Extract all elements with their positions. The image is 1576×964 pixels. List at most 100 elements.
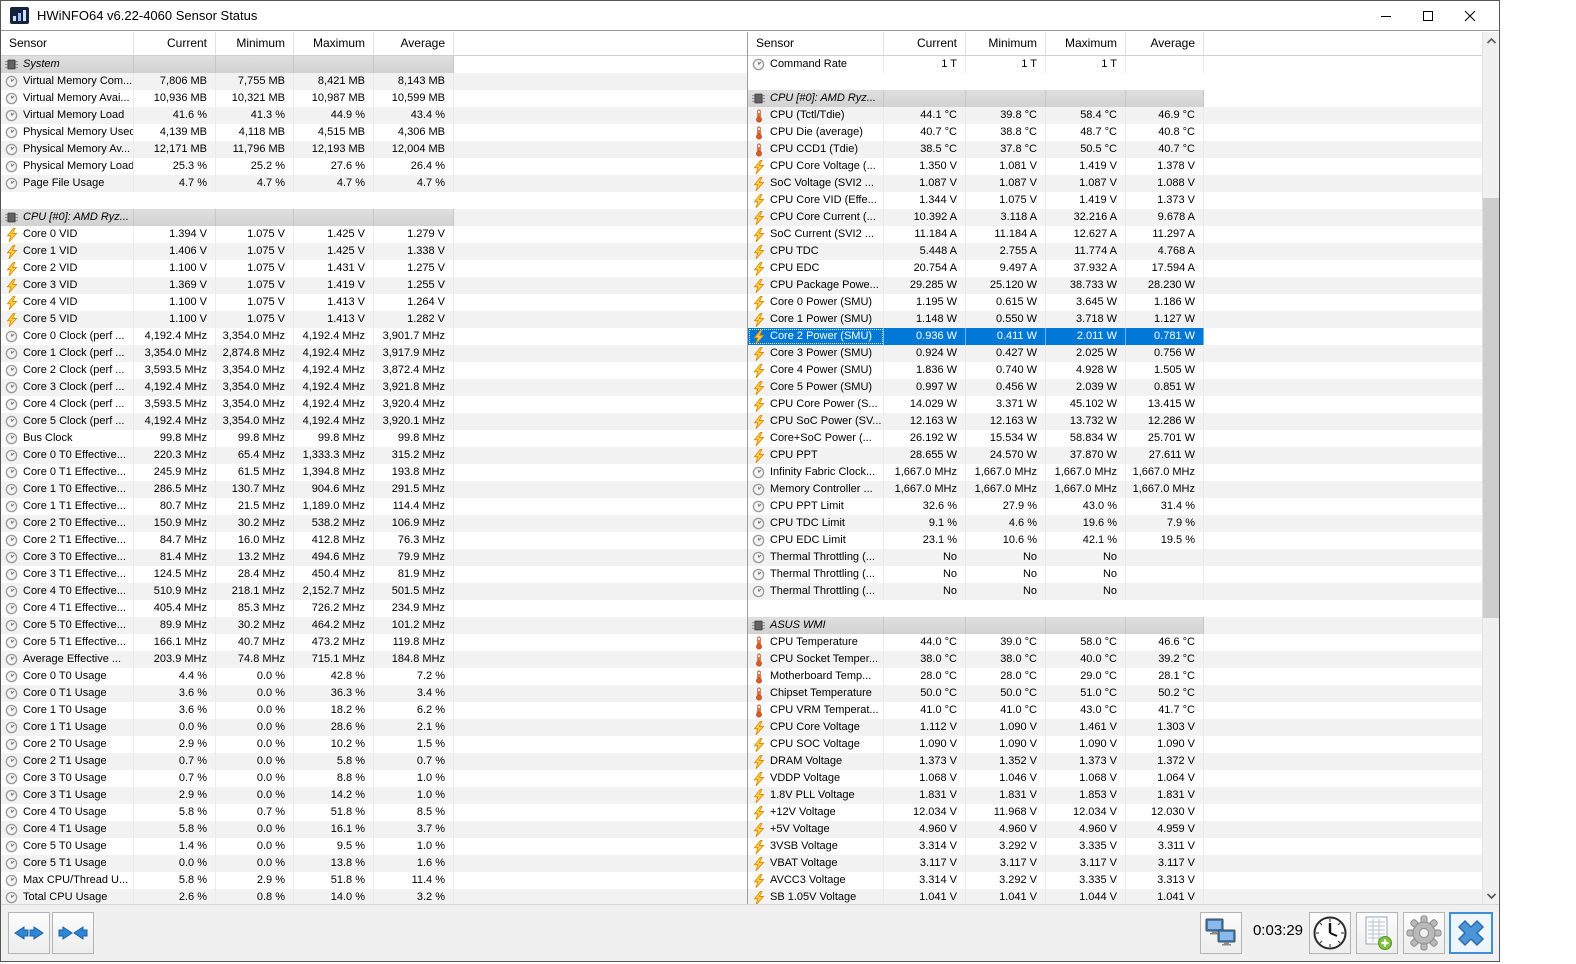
sensor-row[interactable]: Core 2 T0 Usage2.9 %0.0 %10.2 %1.5 % bbox=[1, 736, 747, 753]
sensor-row[interactable]: Physical Memory Load25.3 %25.2 %27.6 %26… bbox=[1, 158, 747, 175]
sensor-row[interactable]: CPU Core Current (...10.392 A3.118 A32.2… bbox=[748, 209, 1499, 226]
sensor-row[interactable]: Max CPU/Thread U...5.8 %2.9 %51.8 %11.4 … bbox=[1, 872, 747, 889]
sensor-row[interactable]: CPU Core VID (Effe...1.344 V1.075 V1.419… bbox=[748, 192, 1499, 209]
sensor-row[interactable]: AVCC3 Voltage3.314 V3.292 V3.335 V3.313 … bbox=[748, 872, 1499, 889]
sensor-row[interactable]: Virtual Memory Com...7,806 MB7,755 MB8,4… bbox=[1, 73, 747, 90]
sensor-row[interactable]: VBAT Voltage3.117 V3.117 V3.117 V3.117 V bbox=[748, 855, 1499, 872]
sensor-row[interactable]: Core 4 T0 Effective...510.9 MHz218.1 MHz… bbox=[1, 583, 747, 600]
sensor-row[interactable]: +5V Voltage4.960 V4.960 V4.960 V4.959 V bbox=[748, 821, 1499, 838]
sensor-row[interactable]: Core 4 T1 Effective...405.4 MHz85.3 MHz7… bbox=[1, 600, 747, 617]
reset-clock-button[interactable] bbox=[1309, 912, 1351, 954]
sensor-row[interactable]: CPU CCD1 (Tdie)38.5 °C37.8 °C50.5 °C40.7… bbox=[748, 141, 1499, 158]
column-header-minimum[interactable]: Minimum bbox=[216, 32, 294, 55]
sensor-row[interactable]: Core 3 Clock (perf ...4,192.4 MHz3,354.0… bbox=[1, 379, 747, 396]
sensor-row[interactable]: Core 2 Power (SMU)0.936 W0.411 W2.011 W0… bbox=[748, 328, 1499, 345]
minimize-button[interactable] bbox=[1365, 1, 1407, 31]
sensor-row[interactable]: CPU Core Power (S...14.029 W3.371 W45.10… bbox=[748, 396, 1499, 413]
sensor-row[interactable]: CPU Package Powe...29.285 W25.120 W38.73… bbox=[748, 277, 1499, 294]
sensor-row[interactable]: CPU Socket Temper...38.0 °C38.0 °C40.0 °… bbox=[748, 651, 1499, 668]
sensor-row[interactable]: VDDP Voltage1.068 V1.046 V1.068 V1.064 V bbox=[748, 770, 1499, 787]
sensor-row[interactable]: Core 1 Clock (perf ...3,354.0 MHz2,874.8… bbox=[1, 345, 747, 362]
collapse-columns-button[interactable] bbox=[52, 912, 94, 954]
column-header-current[interactable]: Current bbox=[134, 32, 216, 55]
sensor-row[interactable]: CPU TDC Limit9.1 %4.6 %19.6 %7.9 % bbox=[748, 515, 1499, 532]
close-button[interactable] bbox=[1449, 1, 1491, 31]
sensor-row[interactable]: Thermal Throttling (...NoNoNo bbox=[748, 549, 1499, 566]
sensor-row[interactable]: CPU SOC Voltage1.090 V1.090 V1.090 V1.09… bbox=[748, 736, 1499, 753]
sensor-row[interactable]: CPU Core Voltage (...1.350 V1.081 V1.419… bbox=[748, 158, 1499, 175]
sensor-row[interactable]: CPU SoC Power (SV...12.163 W12.163 W13.7… bbox=[748, 413, 1499, 430]
section-row[interactable]: ASUS WMI bbox=[748, 617, 1499, 634]
scrollbar-up-button[interactable] bbox=[1483, 32, 1499, 49]
sensor-row[interactable]: CPU TDC5.448 A2.755 A11.774 A4.768 A bbox=[748, 243, 1499, 260]
sensor-row[interactable]: Virtual Memory Avai...10,936 MB10,321 MB… bbox=[1, 90, 747, 107]
sensor-row[interactable]: Thermal Throttling (...NoNoNo bbox=[748, 566, 1499, 583]
sensor-row[interactable]: Core 2 T1 Effective...84.7 MHz16.0 MHz41… bbox=[1, 532, 747, 549]
sensor-row[interactable]: Core 5 T1 Usage0.0 %0.0 %13.8 %1.6 % bbox=[1, 855, 747, 872]
sensor-row[interactable]: Bus Clock99.8 MHz99.8 MHz99.8 MHz99.8 MH… bbox=[1, 430, 747, 447]
column-header-sensor[interactable]: Sensor bbox=[1, 32, 134, 55]
sensor-row[interactable]: Core 1 T1 Effective...80.7 MHz21.5 MHz1,… bbox=[1, 498, 747, 515]
section-row[interactable]: System bbox=[1, 56, 747, 73]
sensor-row[interactable]: Core 3 T1 Usage2.9 %0.0 %14.2 %1.0 % bbox=[1, 787, 747, 804]
sensor-row[interactable]: Core 5 T0 Effective...89.9 MHz30.2 MHz46… bbox=[1, 617, 747, 634]
sensor-row[interactable]: Core 3 T0 Usage0.7 %0.0 %8.8 %1.0 % bbox=[1, 770, 747, 787]
sensor-row[interactable]: Core 5 Power (SMU)0.997 W0.456 W2.039 W0… bbox=[748, 379, 1499, 396]
sensor-row[interactable]: Core 0 T1 Usage3.6 %0.0 %36.3 %3.4 % bbox=[1, 685, 747, 702]
settings-button[interactable] bbox=[1403, 912, 1445, 954]
sensor-row[interactable]: SB 1.05V Voltage1.041 V1.041 V1.044 V1.0… bbox=[748, 889, 1499, 904]
sensor-row[interactable]: Core 3 T1 Effective...124.5 MHz28.4 MHz4… bbox=[1, 566, 747, 583]
titlebar[interactable]: HWiNFO64 v6.22-4060 Sensor Status bbox=[1, 1, 1499, 31]
sensor-row[interactable]: Core 1 T0 Usage3.6 %0.0 %18.2 %6.2 % bbox=[1, 702, 747, 719]
sensor-row[interactable]: Core 4 Power (SMU)1.836 W0.740 W4.928 W1… bbox=[748, 362, 1499, 379]
logging-button[interactable] bbox=[1356, 912, 1398, 954]
sensor-row[interactable]: Core 0 T1 Effective...245.9 MHz61.5 MHz1… bbox=[1, 464, 747, 481]
sensor-row[interactable]: Thermal Throttling (...NoNoNo bbox=[748, 583, 1499, 600]
sensor-row[interactable]: 3VSB Voltage3.314 V3.292 V3.335 V3.311 V bbox=[748, 838, 1499, 855]
section-row[interactable]: CPU [#0]: AMD Ryz... bbox=[1, 209, 747, 226]
sensor-row[interactable]: Core 5 T0 Usage1.4 %0.0 %9.5 %1.0 % bbox=[1, 838, 747, 855]
sensor-row[interactable]: Core 5 T1 Effective...166.1 MHz40.7 MHz4… bbox=[1, 634, 747, 651]
sensor-row[interactable]: Core 3 T0 Effective...81.4 MHz13.2 MHz49… bbox=[1, 549, 747, 566]
sensor-row[interactable]: Core 0 VID1.394 V1.075 V1.425 V1.279 V bbox=[1, 226, 747, 243]
sensor-row[interactable]: Core 0 T0 Usage4.4 %0.0 %42.8 %7.2 % bbox=[1, 668, 747, 685]
sensor-row[interactable]: Physical Memory Used4,139 MB4,118 MB4,51… bbox=[1, 124, 747, 141]
sensor-row[interactable]: Core 5 VID1.100 V1.075 V1.413 V1.282 V bbox=[1, 311, 747, 328]
sensor-row[interactable]: CPU Temperature44.0 °C39.0 °C58.0 °C46.6… bbox=[748, 634, 1499, 651]
column-header-average[interactable]: Average bbox=[1126, 32, 1204, 55]
sensor-row[interactable]: Core 2 T1 Usage0.7 %0.0 %5.8 %0.7 % bbox=[1, 753, 747, 770]
column-header-minimum[interactable]: Minimum bbox=[966, 32, 1046, 55]
section-row[interactable]: CPU [#0]: AMD Ryz... bbox=[748, 90, 1499, 107]
sensor-row[interactable]: Core 2 T0 Effective...150.9 MHz30.2 MHz5… bbox=[1, 515, 747, 532]
close-sensors-button[interactable] bbox=[1449, 912, 1493, 954]
sensor-row[interactable]: Core 1 T0 Effective...286.5 MHz130.7 MHz… bbox=[1, 481, 747, 498]
sensor-row[interactable]: Core 0 Power (SMU)1.195 W0.615 W3.645 W1… bbox=[748, 294, 1499, 311]
scrollbar-down-button[interactable] bbox=[1483, 887, 1499, 904]
sensor-row[interactable]: DRAM Voltage1.373 V1.352 V1.373 V1.372 V bbox=[748, 753, 1499, 770]
sensor-row[interactable]: Core 4 Clock (perf ...3,593.5 MHz3,354.0… bbox=[1, 396, 747, 413]
sensor-row[interactable]: Command Rate1 T1 T1 T bbox=[748, 56, 1499, 73]
sensor-row[interactable]: Virtual Memory Load41.6 %41.3 %44.9 %43.… bbox=[1, 107, 747, 124]
sensor-row[interactable]: SoC Current (SVI2 ...11.184 A11.184 A12.… bbox=[748, 226, 1499, 243]
sensor-row[interactable]: Motherboard Temp...28.0 °C28.0 °C29.0 °C… bbox=[748, 668, 1499, 685]
sensor-row[interactable]: CPU VRM Temperat...41.0 °C41.0 °C43.0 °C… bbox=[748, 702, 1499, 719]
column-header-maximum[interactable]: Maximum bbox=[1046, 32, 1126, 55]
sensor-row[interactable]: CPU Core Voltage1.112 V1.090 V1.461 V1.3… bbox=[748, 719, 1499, 736]
scrollbar-thumb[interactable] bbox=[1483, 198, 1499, 618]
expand-columns-button[interactable] bbox=[8, 912, 50, 954]
sensor-row[interactable]: 1.8V PLL Voltage1.831 V1.831 V1.853 V1.8… bbox=[748, 787, 1499, 804]
sensor-row[interactable]: CPU Die (average)40.7 °C38.8 °C48.7 °C40… bbox=[748, 124, 1499, 141]
column-header-maximum[interactable]: Maximum bbox=[294, 32, 374, 55]
sensor-row[interactable]: CPU PPT28.655 W24.570 W37.870 W27.611 W bbox=[748, 447, 1499, 464]
sensor-row[interactable]: CPU PPT Limit32.6 %27.9 %43.0 %31.4 % bbox=[748, 498, 1499, 515]
sensor-row[interactable]: Core 3 VID1.369 V1.075 V1.419 V1.255 V bbox=[1, 277, 747, 294]
column-header-current[interactable]: Current bbox=[884, 32, 966, 55]
sensor-row[interactable]: Core 4 T0 Usage5.8 %0.7 %51.8 %8.5 % bbox=[1, 804, 747, 821]
column-header-average[interactable]: Average bbox=[374, 32, 454, 55]
sensor-row[interactable]: Core 5 Clock (perf ...4,192.4 MHz3,354.0… bbox=[1, 413, 747, 430]
sensor-row[interactable]: Core 1 Power (SMU)1.148 W0.550 W3.718 W1… bbox=[748, 311, 1499, 328]
sensor-row[interactable]: CPU (Tctl/Tdie)44.1 °C39.8 °C58.4 °C46.9… bbox=[748, 107, 1499, 124]
sensor-row[interactable]: Total CPU Usage2.6 %0.8 %14.0 %3.2 % bbox=[1, 889, 747, 904]
sensor-row[interactable]: Core 0 Clock (perf ...4,192.4 MHz3,354.0… bbox=[1, 328, 747, 345]
sensor-row[interactable]: Chipset Temperature50.0 °C50.0 °C51.0 °C… bbox=[748, 685, 1499, 702]
